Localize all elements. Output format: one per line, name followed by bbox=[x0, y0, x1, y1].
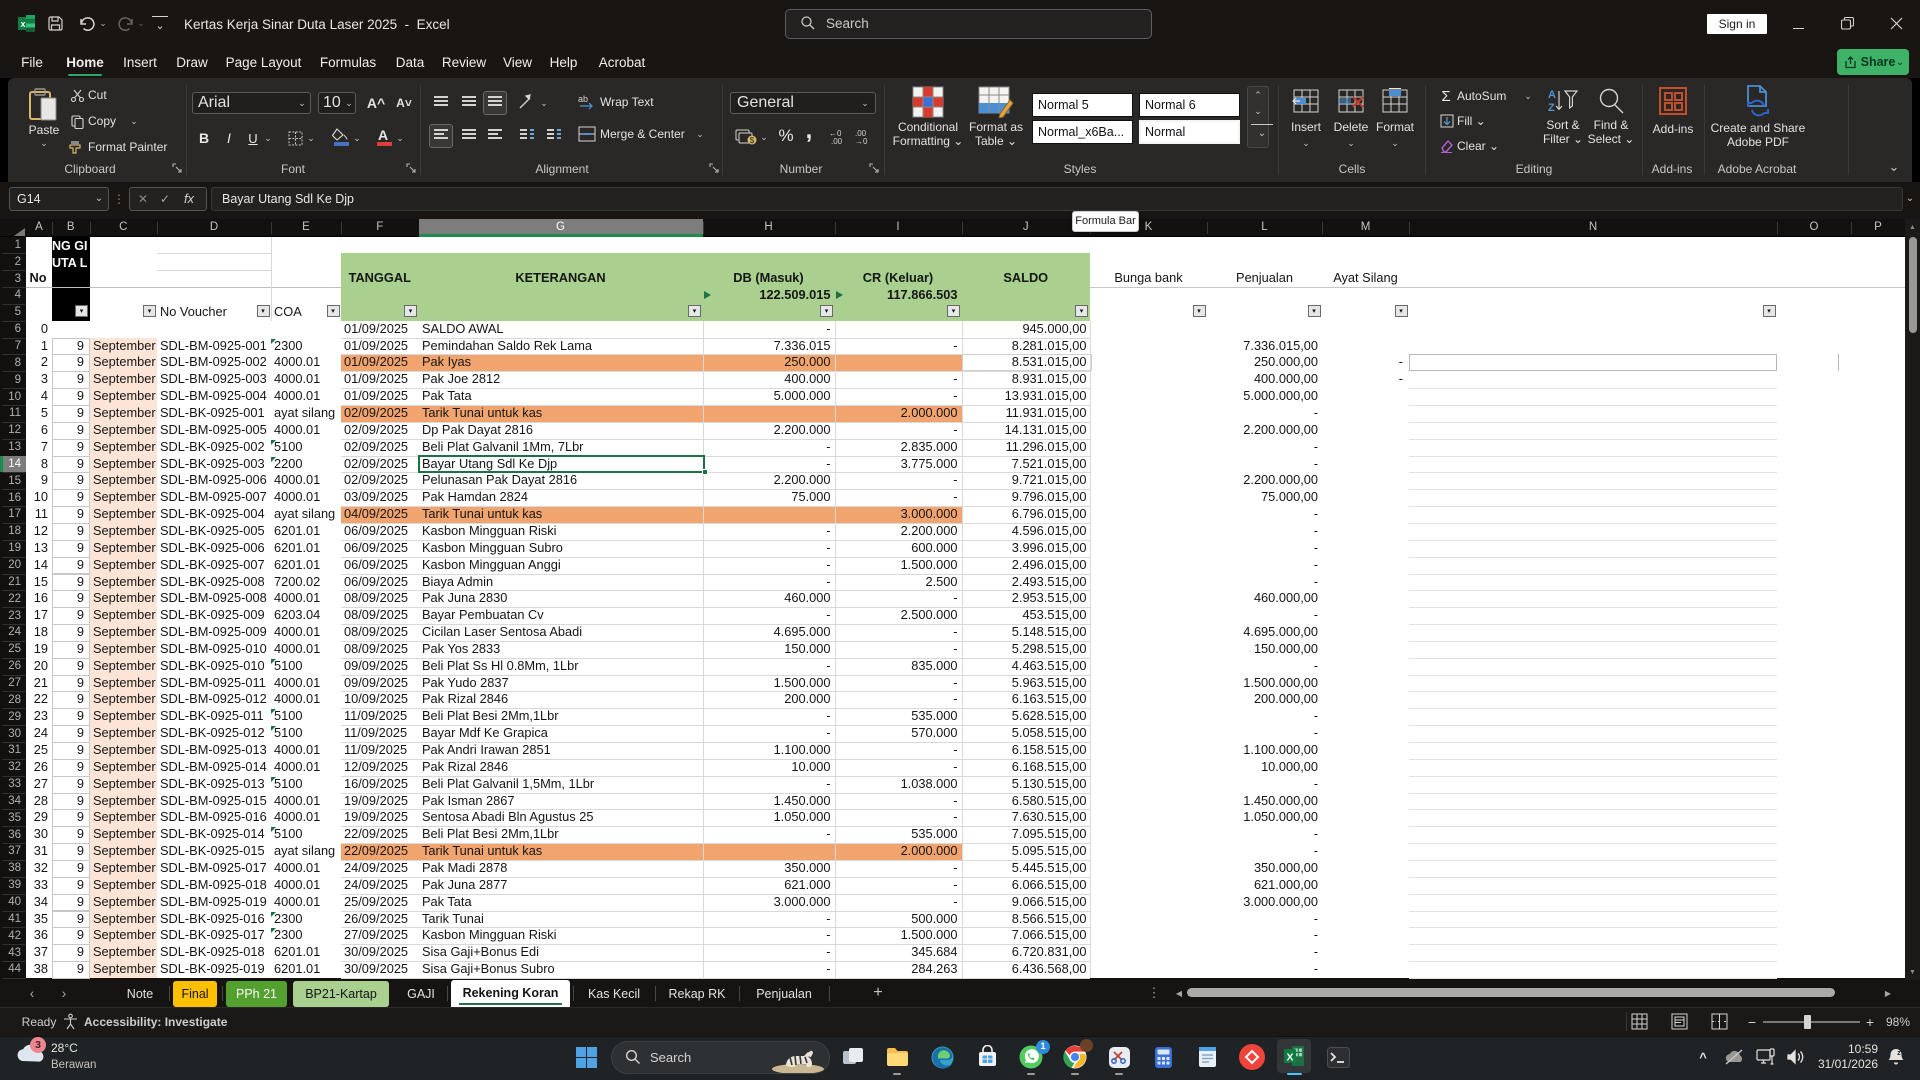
svg-text:x: x bbox=[20, 19, 25, 29]
svg-text:Z: Z bbox=[1548, 102, 1555, 114]
svg-text:X: X bbox=[1286, 1052, 1293, 1064]
svg-text:A: A bbox=[1548, 89, 1556, 101]
svg-text:$: $ bbox=[750, 136, 755, 145]
svg-text:.00: .00 bbox=[831, 137, 843, 145]
svg-text:→0: →0 bbox=[855, 137, 868, 145]
svg-text:z: z bbox=[1897, 1050, 1901, 1057]
svg-text:ab: ab bbox=[578, 94, 588, 104]
